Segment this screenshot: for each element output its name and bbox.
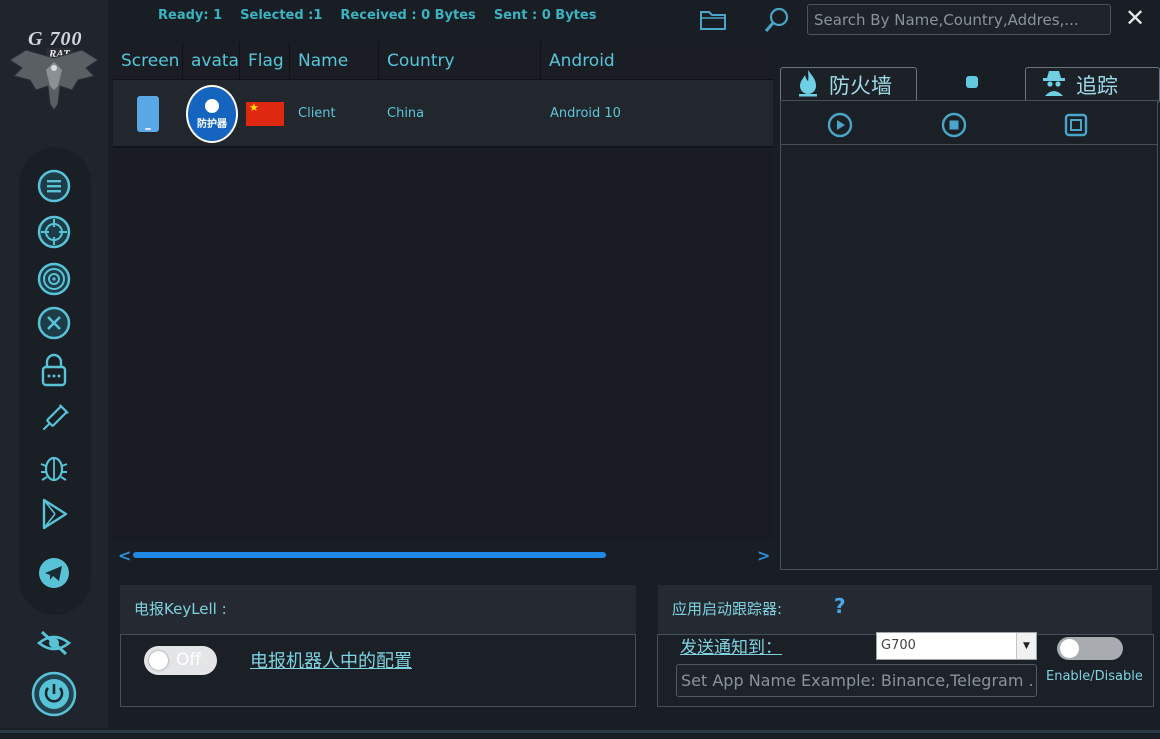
table-header: Screen avata Flag Name Country Android — [113, 42, 773, 80]
status-indicator — [966, 76, 978, 88]
hide-eye-icon[interactable] — [36, 625, 72, 661]
cell-android: Android 10 — [550, 106, 621, 121]
horizontal-scrollbar[interactable] — [133, 552, 606, 558]
bug-icon[interactable] — [36, 449, 72, 485]
app-window: G 700 RAT Ready: 1 Selected:1 Received … — [0, 0, 1160, 739]
enable-disable-label: Enable/Disable — [1046, 669, 1143, 684]
help-icon[interactable]: ? — [834, 594, 846, 618]
avatar: 防护器 — [186, 85, 238, 143]
status-received: Received : 0 Bytes — [340, 8, 476, 23]
col-header-flag[interactable]: Flag — [240, 42, 290, 80]
scroll-left-arrow[interactable]: < — [118, 546, 131, 565]
eagle-icon — [9, 49, 99, 111]
right-preview-panel — [780, 100, 1158, 570]
col-header-name[interactable]: Name — [290, 42, 379, 80]
lock-icon[interactable] — [36, 352, 72, 388]
status-ready: Ready: 1 — [158, 8, 223, 23]
bottom-border — [0, 730, 1160, 733]
screenshot-icon[interactable] — [1063, 112, 1089, 138]
target-icon[interactable] — [36, 261, 72, 297]
send-notification-label[interactable]: 发送通知到： — [680, 633, 782, 658]
logo: G 700 RAT — [6, 28, 102, 114]
tracker-enable-toggle[interactable] — [1057, 637, 1123, 660]
flame-icon — [797, 69, 819, 102]
col-header-screen[interactable]: Screen — [113, 42, 183, 80]
status-bar: Ready: 1 Selected :1 Received : 0 Bytes … — [158, 8, 596, 23]
toggle-label: Off — [176, 650, 202, 670]
trace-label: 追踪 — [1076, 74, 1118, 98]
col-header-country[interactable]: Country — [379, 42, 541, 80]
telegram-bot-config-link[interactable]: 电报机器人中的配置 — [250, 647, 412, 673]
cancel-icon[interactable] — [36, 305, 72, 341]
spy-icon — [1042, 69, 1066, 102]
shield-icon — [205, 98, 219, 113]
folder-icon[interactable] — [699, 6, 727, 34]
avatar-label: 防护器 — [197, 118, 227, 130]
close-button[interactable]: ✕ — [1124, 5, 1146, 31]
chevron-down-icon[interactable]: ▼ — [1016, 633, 1036, 659]
syringe-icon[interactable] — [36, 401, 72, 437]
col-header-avatar[interactable]: avata — [183, 42, 240, 80]
select-value: G700 — [881, 638, 916, 653]
power-icon[interactable] — [31, 671, 77, 717]
play-icon[interactable] — [827, 112, 853, 138]
firewall-button[interactable]: 防火墙 — [780, 67, 917, 103]
sidebar: G 700 RAT — [0, 0, 108, 728]
toggle-knob — [149, 651, 168, 670]
toggle-knob — [1060, 639, 1079, 658]
firewall-label: 防火墙 — [829, 74, 892, 98]
telegram-keylogger-toggle[interactable]: Off — [144, 646, 217, 675]
play-store-icon[interactable] — [36, 496, 72, 532]
search-input[interactable] — [807, 4, 1111, 35]
china-flag-icon — [246, 101, 284, 126]
col-header-android[interactable]: Android — [541, 42, 773, 80]
telegram-icon[interactable] — [36, 555, 72, 591]
trace-button[interactable]: 追踪 — [1025, 67, 1160, 103]
scroll-right-arrow[interactable]: > — [757, 546, 770, 565]
stop-icon[interactable] — [941, 112, 967, 138]
status-sent: Sent : 0 Bytes — [493, 8, 597, 23]
cell-name: Client — [298, 106, 336, 121]
notify-target-select[interactable]: G700 ▼ — [876, 632, 1037, 660]
status-selected: Selected :1 — [240, 8, 323, 23]
telegram-panel-header: 电报KeyLell : — [120, 585, 636, 634]
phone-icon — [137, 96, 159, 132]
cell-country: China — [387, 106, 425, 121]
tracker-panel-header: 应用启动跟踪器: — [658, 585, 1152, 634]
search-icon[interactable] — [763, 6, 791, 34]
menu-icon[interactable] — [36, 168, 72, 204]
client-list-area — [113, 150, 773, 540]
app-name-input[interactable] — [676, 664, 1037, 697]
table-row[interactable]: 防护器 Client China Android 10 — [113, 80, 773, 148]
crosshair-icon[interactable] — [36, 214, 72, 250]
